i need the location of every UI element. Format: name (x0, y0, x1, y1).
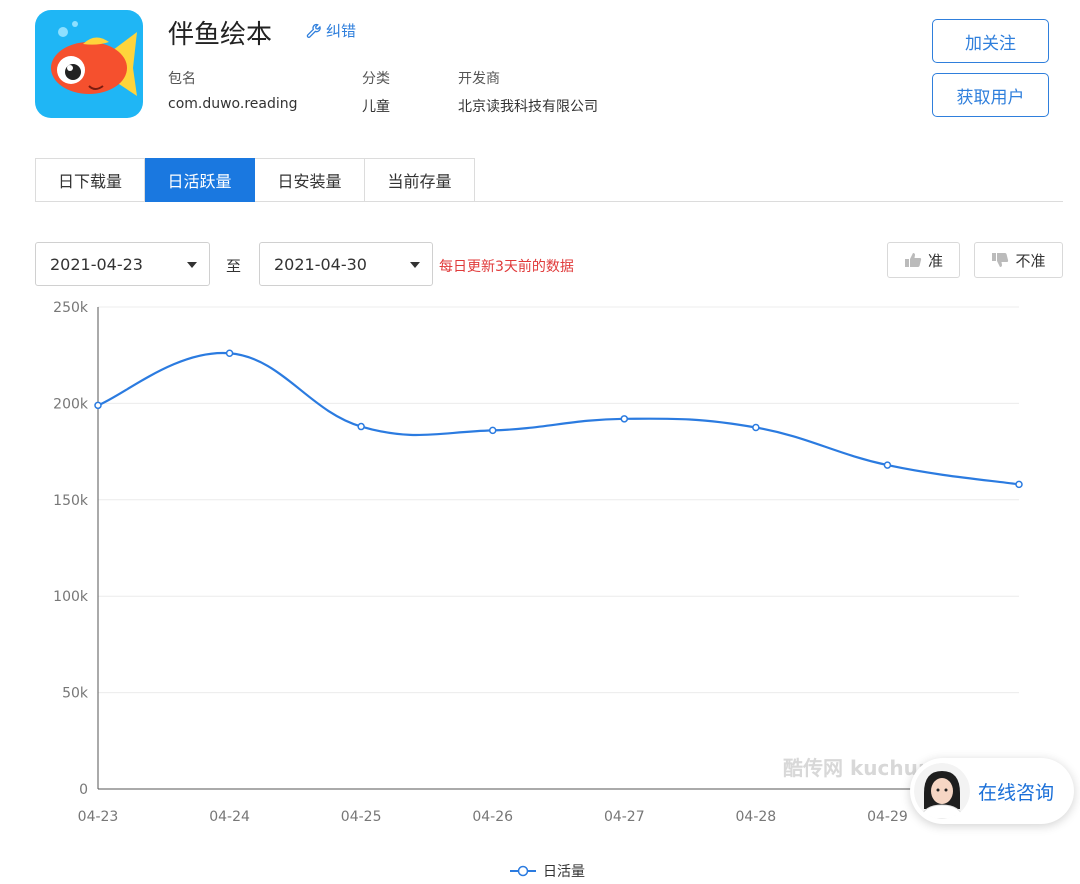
x-tick-label: 04-25 (341, 809, 382, 825)
wrench-icon (306, 23, 321, 38)
x-tick-label: 04-23 (78, 809, 119, 825)
online-consult-button[interactable]: 在线咨询 (910, 758, 1074, 824)
package-value: com.duwo.reading (168, 96, 298, 112)
data-point (357, 422, 365, 431)
accurate-button[interactable]: 准 (887, 242, 960, 278)
chevron-down-icon (410, 262, 420, 268)
x-tick-label: 04-26 (472, 809, 513, 825)
data-point (883, 461, 892, 469)
developer-value: 北京读我科技有限公司 (458, 99, 598, 115)
metric-tabs: 日下载量 日活跃量 日安装量 当前存量 (35, 158, 475, 202)
data-point (1015, 480, 1023, 489)
data-point (620, 415, 629, 423)
y-tick-label: 150k (53, 493, 89, 509)
data-point (225, 349, 234, 358)
consult-label: 在线咨询 (978, 781, 1055, 804)
agent-avatar-icon (914, 763, 970, 819)
thumbs-down-icon (992, 253, 1009, 267)
app-icon (35, 10, 143, 118)
tab-daily-downloads[interactable]: 日下载量 (35, 158, 145, 202)
series-line-daily-active (97, 352, 1020, 486)
correct-label: 纠错 (326, 22, 357, 40)
start-date-value: 2021-04-23 (50, 254, 143, 274)
data-point (94, 401, 102, 410)
category-label: 分类 (362, 71, 390, 87)
x-tick-label: 04-29 (867, 809, 908, 825)
chart-grid (98, 306, 1019, 694)
update-notice: 每日更新3天前的数据 (439, 259, 574, 275)
avatar (914, 763, 970, 819)
get-users-button[interactable]: 获取用户 (932, 73, 1049, 117)
tab-current-stock[interactable]: 当前存量 (365, 158, 475, 202)
y-tick-label: 50k (62, 686, 89, 702)
x-tick-label: 04-28 (736, 809, 777, 825)
chevron-down-icon (187, 262, 197, 268)
inaccurate-label: 不准 (1015, 251, 1046, 270)
date-separator: 至 (226, 257, 242, 275)
legend-label: 日活量 (543, 864, 585, 880)
tab-daily-installs[interactable]: 日安装量 (255, 158, 365, 202)
app-title: 伴鱼绘本 (168, 20, 273, 50)
thumbs-up-icon (904, 253, 922, 267)
developer-label: 开发商 (458, 71, 500, 87)
y-tick-label: 100k (53, 589, 89, 605)
x-axis-ticks: 04-2304-2404-2504-2604-2704-2804-2904-30 (78, 809, 1040, 825)
package-label: 包名 (168, 71, 196, 87)
accurate-label: 准 (927, 251, 943, 270)
chart-legend: 日活量 (510, 864, 585, 880)
watermark: 酷传网 kuchuan (783, 756, 923, 780)
y-tick-label: 250k (53, 300, 89, 316)
legend-marker-icon (517, 865, 529, 877)
correct-link[interactable]: 纠错 (306, 20, 356, 41)
end-date-value: 2021-04-30 (274, 254, 367, 274)
x-tick-label: 04-27 (604, 809, 645, 825)
follow-button[interactable]: 加关注 (932, 19, 1049, 63)
category-value: 儿童 (362, 99, 390, 115)
inaccurate-button[interactable]: 不准 (974, 242, 1063, 278)
data-point (488, 426, 497, 435)
tab-daily-active[interactable]: 日活跃量 (145, 158, 255, 202)
y-tick-label: 0 (79, 782, 88, 798)
end-date-select[interactable]: 2021-04-30 (259, 242, 433, 286)
series-points (94, 349, 1023, 489)
x-tick-label: 04-24 (209, 809, 250, 825)
y-axis-ticks: 0 50k 100k 150k 200k 250k (53, 300, 89, 798)
data-point (752, 423, 760, 432)
y-tick-label: 200k (53, 396, 89, 412)
fish-logo-icon (51, 21, 137, 96)
start-date-select[interactable]: 2021-04-23 (35, 242, 210, 286)
